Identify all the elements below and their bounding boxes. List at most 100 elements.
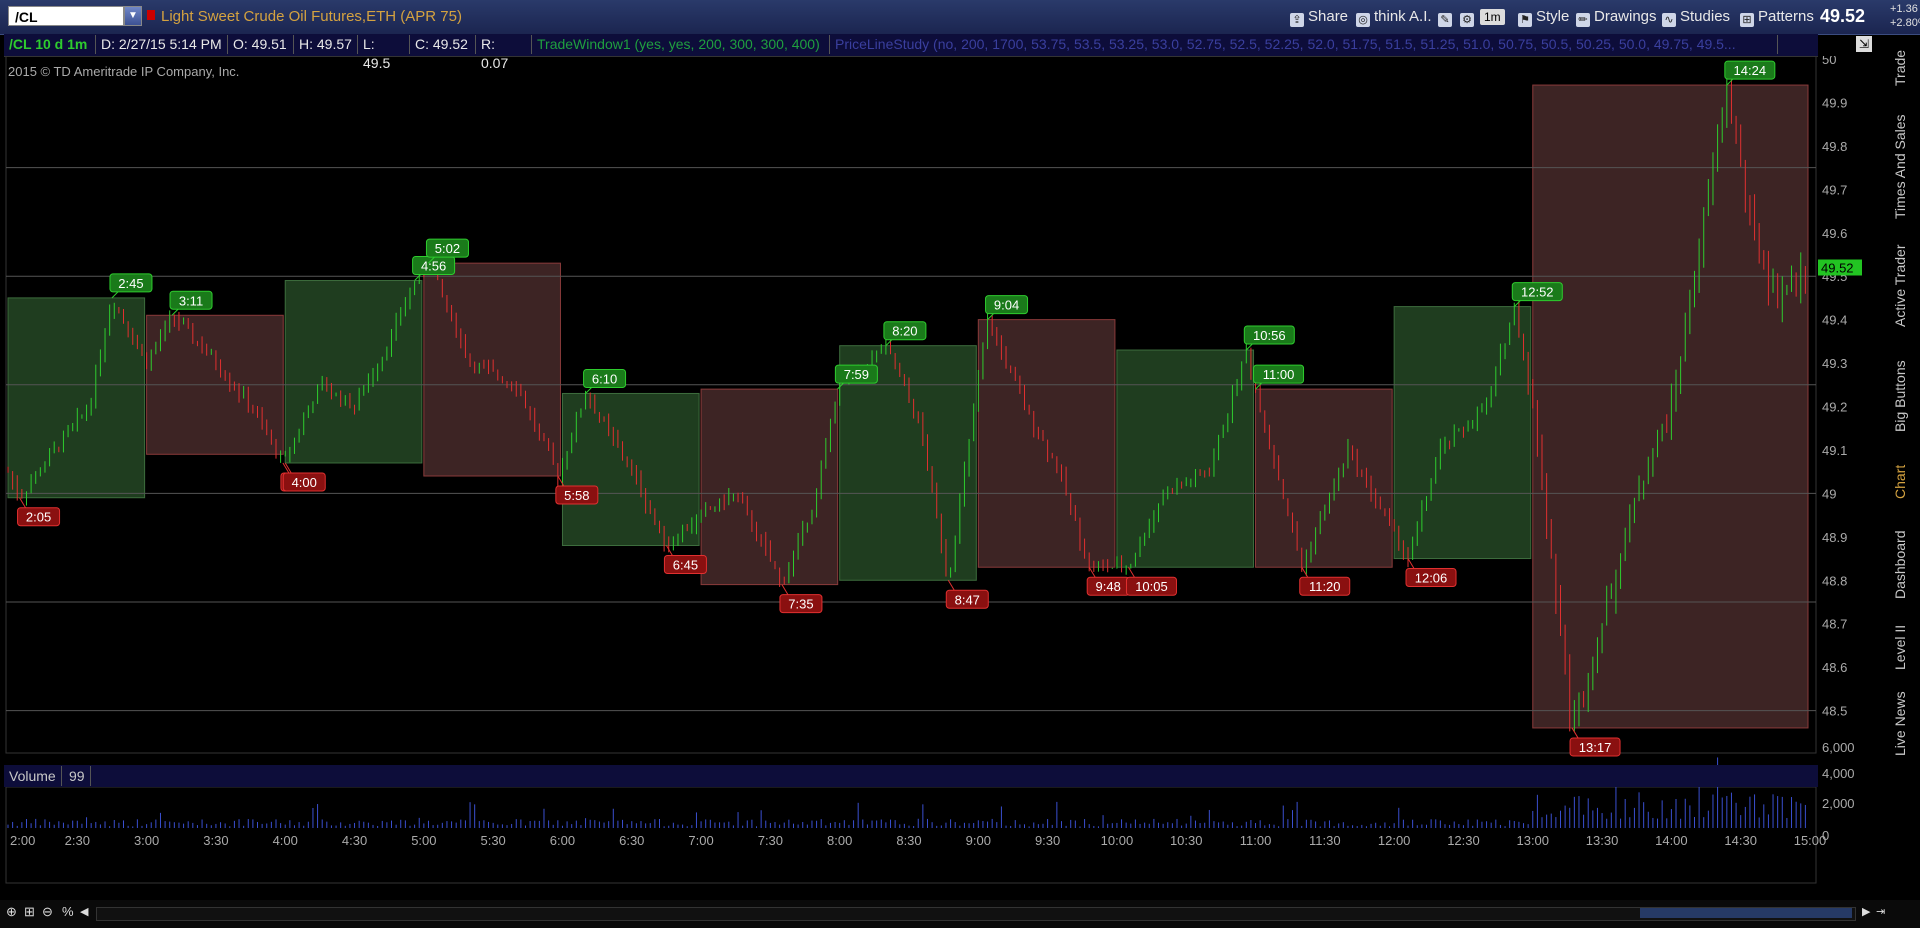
high-time-label: 6:10 xyxy=(592,371,617,386)
bar-high: H: 49.57 xyxy=(294,35,358,54)
share-label: Share xyxy=(1308,8,1349,25)
studies-label: Studies xyxy=(1680,8,1731,25)
price-axis-tick: 48.5 xyxy=(1822,704,1847,719)
time-scrollbar[interactable] xyxy=(96,907,1856,921)
tab-dashboard[interactable]: Dashboard xyxy=(1892,522,1918,608)
price-axis-tick: 48.7 xyxy=(1822,617,1847,632)
ai-icon: ◎ xyxy=(1356,13,1370,27)
scrollbar-thumb[interactable] xyxy=(1640,908,1852,918)
time-axis-tick: 2:00 xyxy=(10,833,35,848)
trade-window-box xyxy=(7,297,146,499)
time-axis-tick: 5:00 xyxy=(411,833,436,848)
low-time-label: 6:45 xyxy=(673,558,698,573)
patterns-button[interactable]: ⊞ Patterns xyxy=(1736,6,1818,28)
settings-button[interactable]: ⚙ xyxy=(1456,6,1478,28)
style-button[interactable]: ⚑ Style xyxy=(1514,6,1573,28)
last-price: 49.52 xyxy=(1820,6,1866,26)
think-ai-button[interactable]: ◎ think A.I. xyxy=(1352,6,1436,28)
time-axis-tick: 8:30 xyxy=(896,833,921,848)
time-axis-tick: 2:30 xyxy=(65,833,90,848)
label-pointer xyxy=(947,579,955,591)
studies-button[interactable]: ∿ Studies xyxy=(1658,6,1734,28)
price-axis-tick: 48.6 xyxy=(1822,660,1847,675)
tab-chart[interactable]: Chart xyxy=(1892,450,1918,514)
high-time-label: 7:59 xyxy=(844,367,869,382)
scroll-right-icon[interactable]: ▶ xyxy=(1862,905,1870,918)
time-axis-tick: 11:30 xyxy=(1309,833,1341,848)
scroll-left-icon[interactable]: ◀ xyxy=(80,905,88,918)
time-axis-tick: 10:00 xyxy=(1101,833,1134,848)
tab-live-news[interactable]: Live News xyxy=(1892,686,1918,762)
volume-axis-tick: 4,000 xyxy=(1822,766,1855,781)
patterns-label: Patterns xyxy=(1758,8,1814,25)
high-time-label: 4:56 xyxy=(421,259,446,274)
tools-button[interactable]: ✎ xyxy=(1434,6,1456,28)
gear-icon: ⚙ xyxy=(1460,13,1474,27)
time-axis-tick: 11:00 xyxy=(1240,833,1272,848)
studies-icon: ∿ xyxy=(1662,13,1676,27)
volume-label[interactable]: Volume xyxy=(4,766,62,786)
percent-icon[interactable]: % xyxy=(62,904,74,919)
time-axis-tick: 14:00 xyxy=(1655,833,1688,848)
trade-window-box xyxy=(700,388,839,586)
trade-window-box xyxy=(1532,84,1809,729)
label-pointer xyxy=(665,545,673,556)
flag-icon[interactable] xyxy=(147,10,155,20)
time-axis-tick: 6:30 xyxy=(619,833,644,848)
symbol-dropdown-button[interactable]: ▼ xyxy=(124,6,142,26)
last-price-axis-label: 49.52 xyxy=(1821,261,1854,276)
low-time-label: 5:58 xyxy=(564,488,589,503)
pan-icon[interactable]: ⊞ xyxy=(24,904,35,920)
high-time-label: 2:45 xyxy=(118,276,143,291)
style-label: Style xyxy=(1536,8,1570,25)
volume-axis-tick: 6,000 xyxy=(1822,740,1855,755)
price-axis-tick: 49.9 xyxy=(1822,95,1847,110)
trade-window-box xyxy=(1116,349,1255,568)
price-axis-tick: 49.7 xyxy=(1822,182,1847,197)
tab-active-trader[interactable]: Active Trader xyxy=(1892,232,1918,340)
expand-icon[interactable]: ⇲ xyxy=(1856,36,1872,52)
bar-open: O: 49.51 xyxy=(228,35,294,54)
wrench-icon: ✎ xyxy=(1438,13,1452,27)
tab-times-and-sales[interactable]: Times And Sales xyxy=(1892,108,1918,226)
time-axis-tick: 12:00 xyxy=(1378,833,1411,848)
price-axis-tick: 49 xyxy=(1822,486,1836,501)
price-axis-tick: 49.6 xyxy=(1822,226,1847,241)
low-time-label: 12:06 xyxy=(1415,571,1448,586)
time-axis-tick: 4:00 xyxy=(273,833,298,848)
share-button[interactable]: ⇪ Share xyxy=(1286,6,1352,28)
drawings-button[interactable]: ✏ Drawings xyxy=(1572,6,1661,28)
low-time-label: 8:47 xyxy=(955,592,980,607)
label-pointer xyxy=(19,497,26,508)
time-axis-tick: 12:30 xyxy=(1447,833,1480,848)
patterns-icon: ⊞ xyxy=(1740,13,1754,27)
label-pointer xyxy=(111,291,119,299)
net-change: +1.36 xyxy=(1890,3,1918,15)
low-time-label: 2:05 xyxy=(26,510,51,525)
study-tradewindow-label[interactable]: TradeWindow1 (yes, yes, 200, 300, 300, 4… xyxy=(532,35,830,54)
copyright-text: 2015 © TD Ameritrade IP Company, Inc. xyxy=(8,64,240,79)
price-axis-tick: 48.9 xyxy=(1822,530,1847,545)
zoom-in-icon[interactable]: ⊕ xyxy=(6,904,17,920)
label-pointer xyxy=(781,584,789,595)
time-axis-tick: 14:30 xyxy=(1724,833,1757,848)
symbol-input[interactable]: /CL xyxy=(8,6,124,26)
tab-trade[interactable]: Trade xyxy=(1892,38,1918,98)
low-time-label: 4:00 xyxy=(292,475,317,490)
symbol-period-label[interactable]: /CL 10 d 1m xyxy=(4,35,96,54)
time-axis-tick: 3:00 xyxy=(134,833,159,848)
style-icon: ⚑ xyxy=(1518,13,1532,27)
tab-level-ii[interactable]: Level II xyxy=(1892,614,1918,680)
bar-date: D: 2/27/15 5:14 PM xyxy=(96,35,228,54)
high-time-label: 11:00 xyxy=(1263,367,1295,382)
trade-window-box xyxy=(977,319,1116,568)
bar-low: L: 49.5 xyxy=(358,35,410,71)
study-priceline-label[interactable]: PriceLineStudy (no, 200, 1700, 53.75, 53… xyxy=(830,35,1778,54)
price-axis-tick: 48.8 xyxy=(1822,573,1847,588)
zoom-out-icon[interactable]: ⊖ xyxy=(42,904,53,920)
think-ai-label: think A.I. xyxy=(1374,8,1432,25)
tab-big-buttons[interactable]: Big Buttons xyxy=(1892,348,1918,444)
scroll-end-icon[interactable]: ⇥ xyxy=(1876,905,1885,918)
bar-close: C: 49.52 xyxy=(410,35,476,54)
timeframe-button[interactable]: 1m xyxy=(1480,9,1505,25)
